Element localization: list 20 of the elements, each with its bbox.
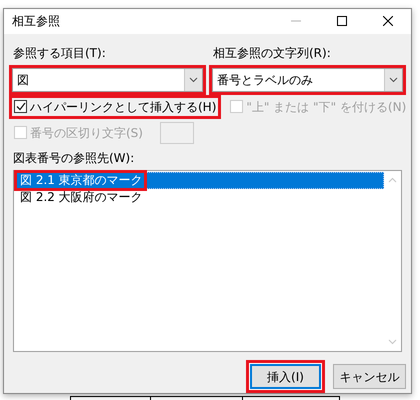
field-label: 相互参照の文字列(R):	[212, 44, 332, 62]
checkbox[interactable]	[14, 100, 27, 113]
scroll-down-icon[interactable]	[388, 338, 397, 344]
dropdown[interactable]: 番号とラベルのみ	[212, 68, 403, 92]
chevron-down-icon	[189, 76, 198, 82]
checkbox-label: "上" または "下" を付ける(N)	[246, 98, 406, 116]
dropdown[interactable]: 図	[12, 68, 203, 92]
dialog-button[interactable]: 挿入(I)	[250, 364, 321, 389]
scroll-up-icon[interactable]	[388, 176, 397, 182]
list-item[interactable]: 図 2.1 東京都のマーク	[15, 172, 384, 188]
chevron-down-icon	[389, 76, 398, 82]
dialog-button[interactable]: キャンセル	[333, 364, 406, 389]
check-icon	[16, 102, 26, 111]
list-item[interactable]: 図 2.2 大阪府のマーク	[15, 188, 384, 206]
window-title: 相互参照	[11, 13, 61, 30]
checkbox-label: 番号の区切り文字(S)	[30, 124, 143, 142]
field-label: 参照する項目(T):	[12, 44, 107, 62]
checkbox-label: ハイパーリンクとして挿入する(H)	[30, 98, 216, 116]
separator-field[interactable]	[160, 122, 194, 144]
list-label: 図表番号の参照先(W):	[12, 150, 136, 166]
